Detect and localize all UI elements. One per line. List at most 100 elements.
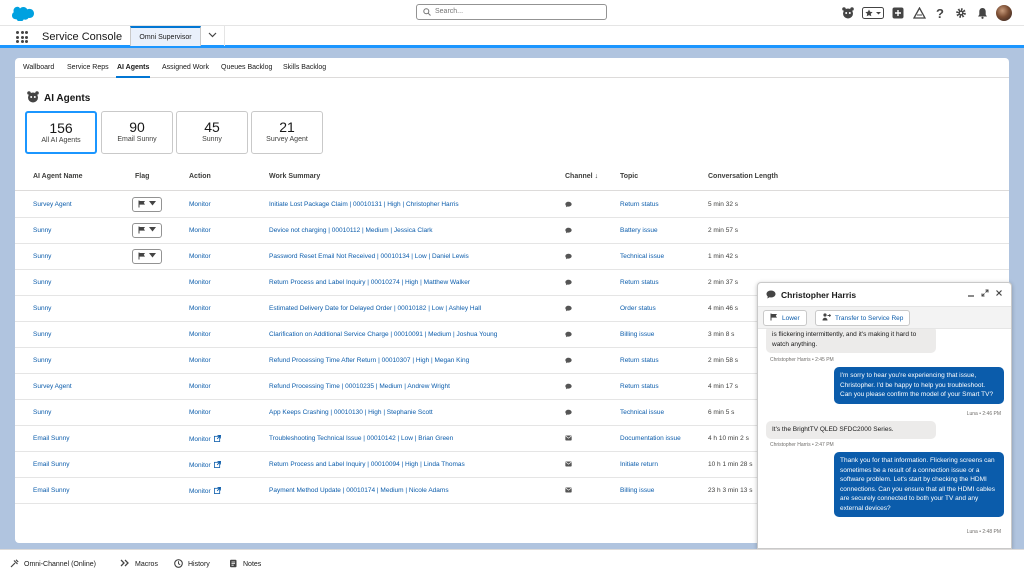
monitor-link[interactable]: Monitor xyxy=(189,461,221,470)
tab-overflow-button[interactable] xyxy=(201,26,225,46)
utility-omni-label: Omni-Channel (Online) xyxy=(24,561,96,568)
lower-flag-label: Lower xyxy=(782,314,800,322)
topic-link[interactable]: Billing issue xyxy=(620,487,654,494)
monitor-link[interactable]: Monitor xyxy=(189,201,211,208)
monitor-link[interactable]: Monitor xyxy=(189,435,221,444)
monitor-link[interactable]: Monitor xyxy=(189,253,211,260)
expand-icon[interactable] xyxy=(981,289,989,299)
subtab-queues-backlog[interactable]: Queues Backlog xyxy=(221,64,272,71)
help-icon[interactable]: ? xyxy=(933,6,947,21)
einstein-icon[interactable] xyxy=(841,6,855,20)
ai-agent-name-link[interactable]: Email Sunny xyxy=(33,435,70,442)
app-launcher-icon[interactable] xyxy=(16,31,28,43)
ai-agent-name-link[interactable]: Survey Agent xyxy=(33,383,72,390)
topic-link[interactable]: Return status xyxy=(620,383,659,390)
gear-icon[interactable] xyxy=(954,6,968,20)
chat-transcript: is flickering intermittently, and it's m… xyxy=(758,329,1011,548)
monitor-link[interactable]: Monitor xyxy=(189,383,211,390)
stat-label: All AI Agents xyxy=(41,137,81,144)
flag-menu-button[interactable] xyxy=(132,249,162,264)
column-conversation-length[interactable]: Conversation Length xyxy=(708,173,778,180)
work-summary-link[interactable]: Estimated Delivery Date for Delayed Orde… xyxy=(269,305,481,312)
ai-agent-name-link[interactable]: Survey Agent xyxy=(33,201,72,208)
ai-agent-name-link[interactable]: Email Sunny xyxy=(33,461,70,468)
subtab-ai-agents[interactable]: AI Agents xyxy=(115,64,151,78)
notifications-bell-icon[interactable] xyxy=(975,6,989,20)
work-summary-link[interactable]: Return Process and Label Inquiry | 00010… xyxy=(269,279,470,286)
monitor-link[interactable]: Monitor xyxy=(189,331,211,338)
column-channel[interactable]: Channel ↓ xyxy=(565,173,598,180)
stat-card-survey-agent[interactable]: 21 Survey Agent xyxy=(251,111,323,154)
monitor-link[interactable]: Monitor xyxy=(189,305,211,312)
stat-card-email-sunny[interactable]: 90 Email Sunny xyxy=(101,111,173,154)
lower-flag-button[interactable]: Lower xyxy=(763,310,807,326)
utility-omni-channel[interactable]: Omni-Channel (Online) xyxy=(10,559,96,570)
flag-menu-button[interactable] xyxy=(132,197,162,212)
monitor-link[interactable]: Monitor xyxy=(189,227,211,234)
flag-icon xyxy=(138,252,146,262)
column-topic[interactable]: Topic xyxy=(620,173,638,180)
topic-link[interactable]: Return status xyxy=(620,201,659,208)
tab-omni-supervisor[interactable]: Omni Supervisor xyxy=(130,26,201,46)
subtab-wallboard[interactable]: Wallboard xyxy=(23,64,54,71)
stat-label: Survey Agent xyxy=(266,136,308,143)
topic-link[interactable]: Battery issue xyxy=(620,227,658,234)
work-summary-link[interactable]: Clarification on Additional Service Char… xyxy=(269,331,497,338)
work-summary-link[interactable]: App Keeps Crashing | 00010130 | High | S… xyxy=(269,409,433,416)
ai-agent-name-link[interactable]: Sunny xyxy=(33,357,51,364)
close-icon[interactable] xyxy=(995,289,1003,299)
work-summary-link[interactable]: Device not charging | 00010112 | Medium … xyxy=(269,227,433,234)
minimize-icon[interactable] xyxy=(967,289,975,299)
ai-agent-name-link[interactable]: Email Sunny xyxy=(33,487,70,494)
column-action[interactable]: Action xyxy=(189,173,211,180)
work-summary-link[interactable]: Troubleshooting Technical Issue | 000101… xyxy=(269,435,453,442)
transfer-icon xyxy=(822,313,832,323)
column-work-summary[interactable]: Work Summary xyxy=(269,173,320,180)
utility-history[interactable]: History xyxy=(174,559,210,570)
column-ai-agent-name[interactable]: AI Agent Name xyxy=(33,173,83,180)
chat-message-incoming: is flickering intermittently, and it's m… xyxy=(766,329,936,353)
global-search-input[interactable]: Search... xyxy=(416,4,607,20)
monitor-link[interactable]: Monitor xyxy=(189,357,211,364)
transfer-to-service-rep-button[interactable]: Transfer to Service Rep xyxy=(815,310,911,326)
stat-card-sunny[interactable]: 45 Sunny xyxy=(176,111,248,154)
topic-link[interactable]: Billing issue xyxy=(620,331,654,338)
work-summary-link[interactable]: Payment Method Update | 00010174 | Mediu… xyxy=(269,487,449,494)
flag-menu-button[interactable] xyxy=(132,223,162,238)
subtab-assigned-work[interactable]: Assigned Work xyxy=(162,64,209,71)
topic-link[interactable]: Documentation issue xyxy=(620,435,681,442)
subtab-skills-backlog[interactable]: Skills Backlog xyxy=(283,64,326,71)
topic-link[interactable]: Technical issue xyxy=(620,409,664,416)
global-actions-icon[interactable] xyxy=(891,6,905,20)
monitor-link[interactable]: Monitor xyxy=(189,409,211,416)
ai-agent-name-link[interactable]: Sunny xyxy=(33,305,51,312)
ai-agent-name-link[interactable]: Sunny xyxy=(33,409,51,416)
work-summary-link[interactable]: Refund Processing Time After Return | 00… xyxy=(269,357,469,364)
topic-link[interactable]: Order status xyxy=(620,305,656,312)
topic-link[interactable]: Technical issue xyxy=(620,253,664,260)
page-title: AI Agents xyxy=(26,90,90,106)
monitor-link[interactable]: Monitor xyxy=(189,487,221,496)
stat-card-all-ai-agents[interactable]: 156 All AI Agents xyxy=(25,111,97,154)
trailhead-icon[interactable] xyxy=(912,6,926,20)
ai-agent-name-link[interactable]: Sunny xyxy=(33,331,51,338)
work-summary-link[interactable]: Refund Processing Time | 00010235 | Medi… xyxy=(269,383,450,390)
omni-channel-icon xyxy=(10,559,19,570)
topic-link[interactable]: Initiate return xyxy=(620,461,658,468)
work-summary-link[interactable]: Initiate Lost Package Claim | 00010131 |… xyxy=(269,201,459,208)
utility-macros[interactable]: Macros xyxy=(120,559,158,569)
user-avatar[interactable] xyxy=(996,5,1012,21)
ai-agent-name-link[interactable]: Sunny xyxy=(33,227,51,234)
utility-notes[interactable]: Notes xyxy=(229,559,261,570)
ai-agent-name-link[interactable]: Sunny xyxy=(33,279,51,286)
work-summary-link[interactable]: Return Process and Label Inquiry | 00010… xyxy=(269,461,465,468)
work-summary-link[interactable]: Password Reset Email Not Received | 0001… xyxy=(269,253,469,260)
monitor-link[interactable]: Monitor xyxy=(189,279,211,286)
ai-agent-name-link[interactable]: Sunny xyxy=(33,253,51,260)
salesforce-logo[interactable] xyxy=(10,5,34,22)
topic-link[interactable]: Return status xyxy=(620,357,659,364)
favorites-icon[interactable] xyxy=(862,6,884,20)
subtab-service-reps[interactable]: Service Reps xyxy=(67,64,109,71)
column-flag[interactable]: Flag xyxy=(135,173,149,180)
topic-link[interactable]: Return status xyxy=(620,279,659,286)
